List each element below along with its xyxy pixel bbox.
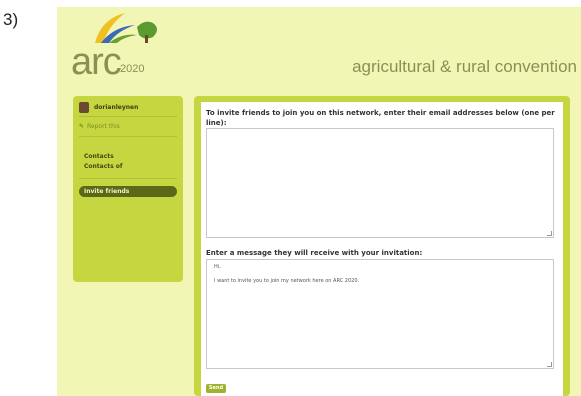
logo-tree-trunk [145,35,148,43]
email-addresses-textarea[interactable] [206,128,554,238]
profile-link[interactable]: dorianleynen [79,101,138,113]
main-panel: To invite friends to join you on this ne… [194,96,570,396]
arc-page: arc 2020 agricultural & rural convention… [57,7,581,396]
invitation-message-textarea[interactable]: Hi, I want to invite you to join my netw… [206,259,554,369]
invite-instructions: To invite friends to join you on this ne… [206,109,555,127]
logo-year: 2020 [120,63,145,75]
sidebar-item-contacts-of[interactable]: Contacts of [84,163,123,170]
message-label: Enter a message they will receive with y… [206,249,423,257]
step-label: 3) [3,10,19,29]
sidebar-divider [79,178,177,179]
logo-text: arc [71,41,122,83]
send-button[interactable]: Send [206,384,226,393]
sidebar-divider [79,116,177,117]
sidebar: dorianleynen ✎ Report this Contacts Cont… [73,96,183,282]
avatar [79,101,89,113]
message-line: I want to invite you to join my network … [214,278,360,284]
sidebar-item-contacts[interactable]: Contacts [84,153,114,160]
report-link-label: Report this [87,123,120,130]
report-link[interactable]: ✎ Report this [79,123,120,130]
site-tagline: agricultural & rural convention [352,57,577,76]
sidebar-divider [79,136,177,137]
message-line: Hi, [214,264,221,270]
invite-form: To invite friends to join you on this ne… [201,102,563,396]
sidebar-item-invite-friends[interactable]: Invite friends [79,186,177,197]
message-line [214,271,546,278]
resize-handle-icon[interactable] [547,231,552,236]
resize-handle-icon[interactable] [547,362,552,367]
pencil-icon: ✎ [79,123,85,130]
username: dorianleynen [94,103,139,111]
